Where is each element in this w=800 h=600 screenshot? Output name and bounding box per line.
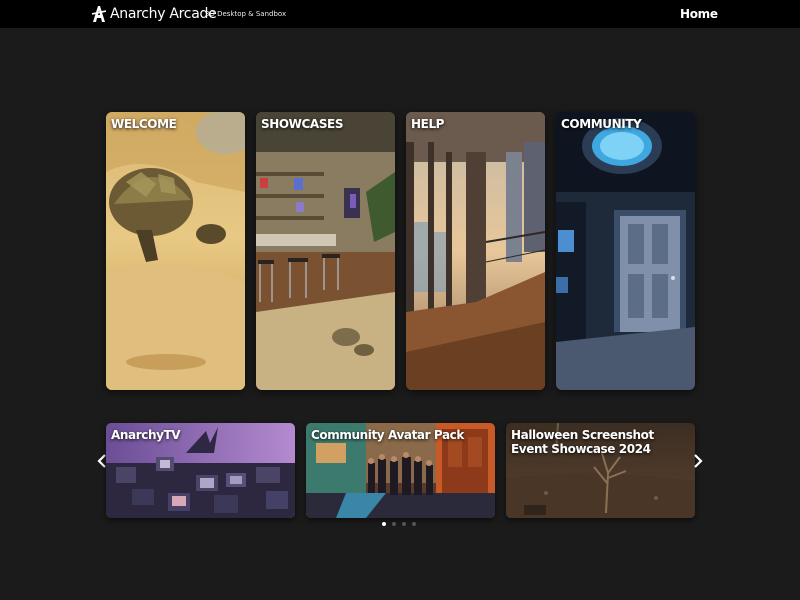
carousel-pagination	[382, 522, 422, 528]
card-community-label: COMMUNITY	[561, 117, 642, 131]
carousel-slide-avatar-pack-label: Community Avatar Pack	[311, 428, 464, 442]
carousel-dot-1[interactable]	[382, 522, 386, 526]
brand-tagline: 3D Desktop & Sandbox	[205, 10, 287, 18]
card-welcome[interactable]: WELCOME	[106, 112, 245, 390]
carousel-slide-avatar-pack[interactable]: Community Avatar Pack	[306, 423, 495, 518]
carousel-slide-halloween[interactable]: Halloween Screenshot Event Showcase 2024	[506, 423, 695, 518]
card-showcases-label: SHOWCASES	[261, 117, 344, 131]
carousel-dot-4[interactable]	[412, 522, 416, 526]
brand-name[interactable]: Anarchy Arcade	[110, 5, 217, 23]
card-help-label: HELP	[411, 117, 445, 131]
nav-home-link[interactable]: Home	[680, 6, 718, 22]
dark-room-door-image	[556, 112, 695, 390]
card-welcome-label: WELCOME	[111, 117, 177, 131]
carousel-slide-halloween-label: Halloween Screenshot Event Showcase 2024	[511, 428, 654, 456]
carousel-dot-3[interactable]	[402, 522, 406, 526]
card-help[interactable]: HELP	[406, 112, 545, 390]
top-bar: Anarchy Arcade 3D Desktop & Sandbox Home	[0, 0, 800, 28]
carousel-slide-anarchytv-label: AnarchyTV	[111, 428, 181, 442]
card-showcases[interactable]: SHOWCASES	[256, 112, 395, 390]
card-community[interactable]: COMMUNITY	[556, 112, 695, 390]
carousel-dot-2[interactable]	[392, 522, 396, 526]
carousel-slide-anarchytv[interactable]: AnarchyTV	[106, 423, 295, 518]
game-room-image	[256, 112, 395, 390]
apartment-balcony-image	[406, 112, 545, 390]
chevron-right-icon[interactable]	[692, 452, 704, 470]
tortoise-in-sand-image	[106, 112, 245, 390]
anarchy-a-icon[interactable]	[92, 5, 106, 23]
